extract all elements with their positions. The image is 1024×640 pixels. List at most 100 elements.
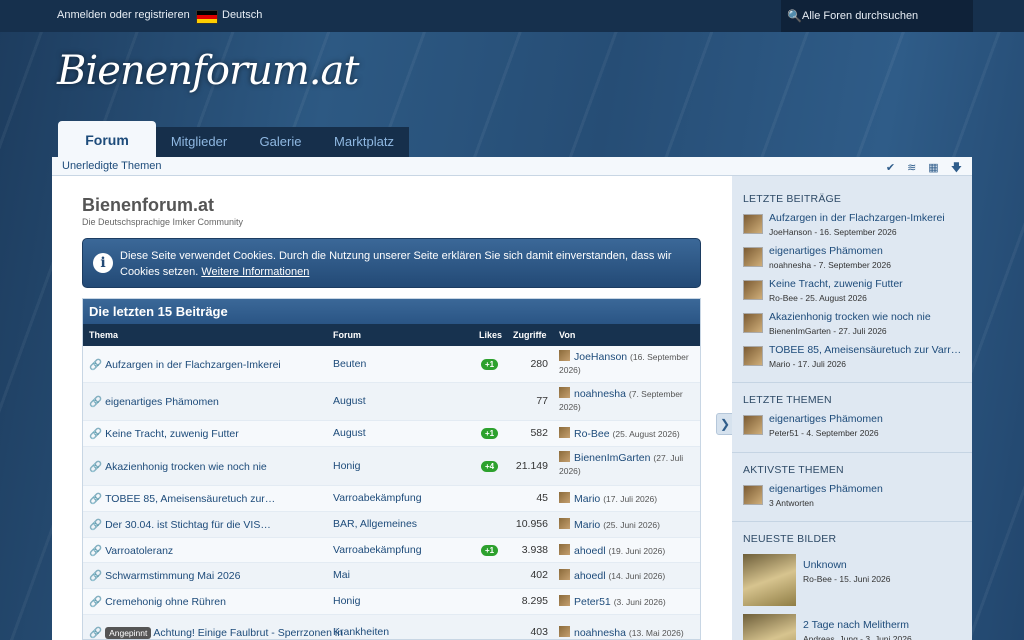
search-placeholder: Alle Foren durchsuchen [802,10,919,22]
table-row[interactable]: 🔗 Varroatoleranz Varroabekämpfung +1 3.938 ah… [83,538,700,563]
table-row[interactable]: 🔗 Cremehonig ohne Rühren Honig 8.295 Peter51… [83,589,700,615]
avatar[interactable] [559,595,570,606]
table-row[interactable]: 🔗 Keine Tracht, zuwenig Futter August +1 582… [83,421,700,447]
avatar[interactable] [559,451,570,462]
sidebar-item-title[interactable]: TOBEE 85, Ameisensäuretuch zur Varr… [769,344,964,356]
thread-title[interactable]: Cremehonig ohne Rühren [105,596,226,608]
table-row[interactable]: 🔗 Akazienhonig trocken wie noch nie Honig +… [83,447,700,486]
arrow-down-icon[interactable]: 🡇 [951,162,962,174]
author-link[interactable]: BienenImGarten [574,452,650,464]
image-title[interactable]: Unknown [803,559,847,571]
search-input[interactable]: 🔍 Alle Foren durchsuchen [781,0,973,32]
german-flag-icon[interactable] [196,10,218,24]
thread-title[interactable]: Akazienhonig trocken wie noch nie [105,461,267,473]
sidebar-item-title[interactable]: eigenartiges Phämomen [769,245,964,257]
author-link[interactable]: Mario [574,519,600,531]
link-icon: 🔗 [89,519,103,531]
thread-title[interactable]: Schwarmstimmung Mai 2026 [105,570,240,582]
tab-mitglieder[interactable]: Mitglieder [156,127,242,157]
avatar[interactable] [559,518,570,529]
forum-link[interactable]: Beuten [333,358,366,370]
sidebar-item-title[interactable]: eigenartiges Phämomen [769,413,964,425]
unread-threads-link[interactable]: Unerledigte Themen [62,160,161,172]
thread-title-link[interactable]: 🔗 Varroatoleranz [89,544,173,557]
rss-icon[interactable]: ≋ [907,162,928,174]
language-selector[interactable]: Deutsch [222,9,262,21]
post-date-value: 14. Juni 2026 [611,571,663,581]
author-link[interactable]: Peter51 [574,596,611,608]
avatar[interactable] [743,415,763,435]
views-count: 582 [530,427,548,439]
thread-title[interactable]: Achtung! Einige Faulbrut - Sperrzonen in [153,627,343,639]
author-link[interactable]: ahoedl [574,570,606,582]
thread-title[interactable]: eigenartiges Phämomen [105,396,219,408]
check-icon[interactable]: ✔ [886,162,907,174]
forum-link[interactable]: Honig [333,460,360,472]
sidebar-item-title[interactable]: Akazienhonig trocken wie noch nie [769,311,964,323]
avatar[interactable] [559,427,570,438]
site-logo[interactable]: Bienenforum.at [57,48,359,94]
author-link[interactable]: ahoedl [574,545,606,557]
author-link[interactable]: noahnesha [574,388,626,400]
thread-title-link[interactable]: 🔗 Akazienhonig trocken wie noch nie [89,460,267,473]
thread-title[interactable]: Aufzargen in der Flachzargen-Imkerei [105,359,281,371]
table-row[interactable]: 🔗 eigenartiges Phämomen August 77 noahnesha … [83,383,700,421]
table-row[interactable]: 🔗 Schwarmstimmung Mai 2026 Mai 402 ahoedl (1… [83,563,700,589]
avatar[interactable] [743,485,763,505]
gallery-thumbnail[interactable] [743,554,796,606]
thread-title-link[interactable]: 🔗 eigenartiges Phämomen [89,395,219,408]
sitemap-icon[interactable]: ▦ [928,162,950,174]
thread-title-link[interactable]: 🔗 Der 30.04. ist Stichtag für die VIS… [89,518,271,531]
avatar[interactable] [743,280,763,300]
tab-galerie[interactable]: Galerie [242,127,319,157]
latest-posts-title: Die letzten 15 Beiträge [83,299,700,324]
thread-title-link[interactable]: 🔗 Schwarmstimmung Mai 2026 [89,569,240,582]
table-row[interactable]: 🔗 Angepinnt Achtung! Einige Faulbrut - Spe… [83,615,700,639]
login-link[interactable]: Anmelden oder registrieren [57,9,190,21]
thread-title-link[interactable]: 🔗 Aufzargen in der Flachzargen-Imkerei [89,358,281,371]
sidebar-item-title[interactable]: eigenartiges Phämomen [769,483,964,495]
post-date: (3. Juni 2026) [613,597,666,607]
forum-link[interactable]: Varroabekämpfung [333,544,422,556]
forum-link[interactable]: August [333,427,366,439]
author-link[interactable]: JoeHanson [574,351,627,363]
thread-title[interactable]: Varroatoleranz [105,545,173,557]
author-link[interactable]: noahnesha [574,627,626,639]
image-title[interactable]: 2 Tage nach Melitherm [803,619,909,631]
author-link[interactable]: Ro-Bee [574,428,610,440]
avatar[interactable] [743,346,763,366]
forum-link[interactable]: BAR, Allgemeines [333,518,417,530]
table-row[interactable]: 🔗 TOBEE 85, Ameisensäuretuch zur… Varroabe… [83,486,700,512]
avatar[interactable] [559,544,570,555]
avatar[interactable] [559,569,570,580]
sidebar-item-title[interactable]: Aufzargen in der Flachzargen-Imkerei [769,212,964,224]
sidebar-item-title[interactable]: Keine Tracht, zuwenig Futter [769,278,964,290]
forum-link[interactable]: August [333,395,366,407]
author-link[interactable]: Mario [574,493,600,505]
thread-title[interactable]: Keine Tracht, zuwenig Futter [105,428,239,440]
avatar[interactable] [743,214,763,234]
avatar[interactable] [743,247,763,267]
post-author: noahnesha (7. September 2026) [559,387,699,414]
thread-title-link[interactable]: 🔗 Keine Tracht, zuwenig Futter [89,427,239,440]
tab-forum[interactable]: Forum [58,121,156,157]
thread-title[interactable]: TOBEE 85, Ameisensäuretuch zur… [105,493,275,505]
table-row[interactable]: 🔗 Aufzargen in der Flachzargen-Imkerei Beu… [83,346,700,383]
thread-title-link[interactable]: 🔗 Cremehonig ohne Rühren [89,595,226,608]
gallery-thumbnail[interactable] [743,614,796,640]
avatar[interactable] [559,387,570,398]
forum-link[interactable]: Mai [333,569,350,581]
avatar[interactable] [743,313,763,333]
thread-title-link[interactable]: 🔗 Angepinnt Achtung! Einige Faulbrut - Spe… [89,626,343,639]
tab-marktplatz[interactable]: Marktplatz [319,127,409,157]
avatar[interactable] [559,492,570,503]
forum-link[interactable]: Honig [333,595,360,607]
forum-link[interactable]: Krankheiten [333,626,389,638]
table-row[interactable]: 🔗 Der 30.04. ist Stichtag für die VIS… BAR… [83,512,700,538]
avatar[interactable] [559,626,570,637]
thread-title[interactable]: Der 30.04. ist Stichtag für die VIS… [105,519,271,531]
more-info-link[interactable]: Weitere Informationen [201,266,309,278]
thread-title-link[interactable]: 🔗 TOBEE 85, Ameisensäuretuch zur… [89,492,275,505]
avatar[interactable] [559,350,570,361]
forum-link[interactable]: Varroabekämpfung [333,492,422,504]
